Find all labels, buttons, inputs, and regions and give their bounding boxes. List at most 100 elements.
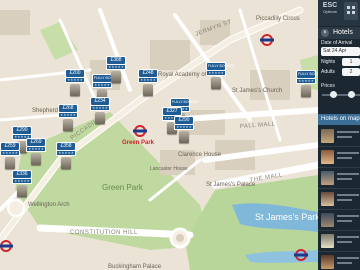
adults-field[interactable]: 2	[342, 68, 360, 76]
hotel-building-icon	[5, 157, 15, 169]
hotel-thumbnail	[321, 192, 334, 206]
hotel-list-item[interactable]	[318, 147, 360, 168]
hotel-building-icon	[211, 77, 221, 89]
hotel-list-item[interactable]	[318, 168, 360, 189]
hotel-pin-price: FULLY BOOKED	[170, 98, 199, 107]
hotel-thumbnail	[321, 171, 334, 185]
hotel-building-icon	[95, 112, 105, 124]
place-label-buckingham-palace: Buckingham Palace	[108, 264, 162, 270]
hotel-pin-stars: ★★★★★	[65, 78, 85, 83]
hotel-pin-stars: ★★★★★	[138, 78, 158, 83]
menu-button[interactable]	[344, 2, 358, 20]
map-canvas[interactable]: PICCADILLY PALL MALL THE MALL CONSTITUTI…	[0, 0, 318, 270]
esc-label: ESC	[322, 2, 338, 9]
hotel-pin[interactable]: FULLY BOOKED★★★★★	[296, 70, 318, 97]
hotel-pin[interactable]: £336 ★★★★★	[12, 170, 32, 197]
prices-label: Prices	[321, 83, 335, 89]
hotel-list-item[interactable]	[318, 231, 360, 252]
hotel-building-icon	[17, 185, 27, 197]
place-label-clarence-house: Clarence House	[178, 152, 222, 158]
hotel-pin-stars: ★★★★★	[296, 79, 316, 84]
hotel-pin-price: £248	[138, 69, 158, 78]
grid-icon	[347, 6, 355, 14]
hotel-pin-price: £259	[0, 142, 20, 151]
hotel-info	[337, 236, 359, 246]
close-icon[interactable]: ×	[321, 29, 329, 37]
hotel-pin[interactable]: £200 ★★★★★	[65, 69, 85, 96]
place-label-st-james-park: St James's Park	[255, 212, 318, 222]
place-label-st-james-palace: St James's Palace	[206, 182, 256, 188]
place-label-lancaster-house: Lancaster House	[150, 166, 188, 172]
hotel-pin-price: £336	[12, 170, 32, 179]
date-label: Date of Arrival	[321, 40, 353, 46]
hotel-pin-price: £388	[106, 56, 126, 65]
hotel-pin-stars: ★★★★★	[174, 125, 194, 130]
top-toolbar: ESC Options	[318, 0, 360, 26]
hotel-info	[337, 215, 359, 225]
price-slider-min-handle[interactable]	[330, 91, 337, 98]
hotel-thumbnail	[321, 150, 334, 164]
place-label-green-park: Green Park	[102, 183, 144, 192]
hotel-list-item[interactable]	[318, 210, 360, 231]
hotel-building-icon	[63, 119, 73, 131]
adults-label: Adults	[321, 69, 335, 75]
hotel-pin[interactable]: £290 ★★★★★	[174, 116, 194, 143]
hotel-pin[interactable]: £268 ★★★★★	[58, 104, 78, 131]
hotel-pin-stars: ★★★★★	[106, 65, 126, 70]
hotel-pin-price: £290	[174, 116, 194, 125]
hotel-pin-stars: ★★★★★	[26, 147, 46, 152]
hotel-info	[337, 173, 359, 183]
hotel-building-icon	[70, 84, 80, 96]
hotel-info	[337, 152, 359, 162]
hotel-pin-stars: ★★★★★	[56, 151, 76, 156]
hotel-pin-price: £268	[58, 104, 78, 113]
road-label-constitution-hill: CONSTITUTION HILL	[70, 230, 138, 236]
hotel-pin-price: FULLY BOOKED	[206, 62, 235, 71]
hotel-building-icon	[143, 84, 153, 96]
hotel-pin[interactable]: £358 ★★★★★	[56, 142, 76, 169]
price-slider-max-handle[interactable]	[348, 91, 355, 98]
station-label-green-park: Green Park	[122, 140, 155, 146]
hotel-building-icon	[111, 71, 121, 83]
hotel-info	[337, 131, 359, 141]
hotel-building-icon	[31, 153, 41, 165]
place-label-wellington-arch: Wellington Arch	[28, 202, 70, 208]
hotel-pin-price: FULLY BOOKED	[296, 70, 318, 79]
nights-field[interactable]: 1	[342, 58, 360, 66]
hotel-pin[interactable]: £234 ★★★★★	[90, 97, 110, 124]
hotel-pin-price: £358	[56, 142, 76, 151]
hotels-on-map-header: Hotels on map	[318, 114, 360, 125]
hotel-list-item[interactable]	[318, 126, 360, 147]
hotel-pin-price: £200	[65, 69, 85, 78]
hotel-pin-price: £327	[162, 107, 182, 116]
hotel-thumbnail	[321, 129, 334, 143]
hotel-pin[interactable]: £269 ★★★★★	[26, 138, 46, 165]
hotel-pin-stars: ★★★★★	[92, 83, 112, 88]
place-label-piccadilly-circus: Piccadilly Circus	[256, 16, 300, 22]
place-label-st-james-church: St James's Church	[232, 88, 282, 94]
date-field[interactable]: Sat 24 Apr	[321, 47, 360, 56]
hotel-pin-price: £234	[90, 97, 110, 106]
hotel-pin[interactable]: £248 ★★★★★	[138, 69, 158, 96]
hotel-pin[interactable]: £388 ★★★★★	[106, 56, 126, 83]
hotel-thumbnail	[321, 213, 334, 227]
hotel-list-item[interactable]	[318, 252, 360, 270]
hotel-pin[interactable]: £259 ★★★★★	[0, 142, 20, 169]
hotel-info	[337, 194, 359, 204]
esc-button[interactable]: ESC Options	[320, 2, 340, 14]
esc-sublabel: Options	[323, 9, 337, 14]
hotel-pin[interactable]: FULLY BOOKED★★★★★	[206, 62, 235, 89]
nights-label: Nights	[321, 59, 336, 65]
hotel-list-item[interactable]	[318, 189, 360, 210]
app-window: PICCADILLY PALL MALL THE MALL CONSTITUTI…	[0, 0, 360, 270]
hotel-building-icon	[61, 157, 71, 169]
hotel-info	[337, 257, 359, 267]
hotel-pin-price: £269	[26, 138, 46, 147]
hotel-building-icon	[179, 131, 189, 143]
hotel-pin-stars: ★★★★★	[206, 71, 226, 76]
map-view[interactable]: PICCADILLY PALL MALL THE MALL CONSTITUTI…	[0, 0, 318, 270]
hotel-pin-stars: ★★★★★	[12, 179, 32, 184]
hotel-building-icon	[301, 85, 311, 97]
hotel-pin-price: £290	[12, 126, 32, 135]
hotel-pin-stars: ★★★★★	[90, 106, 110, 111]
